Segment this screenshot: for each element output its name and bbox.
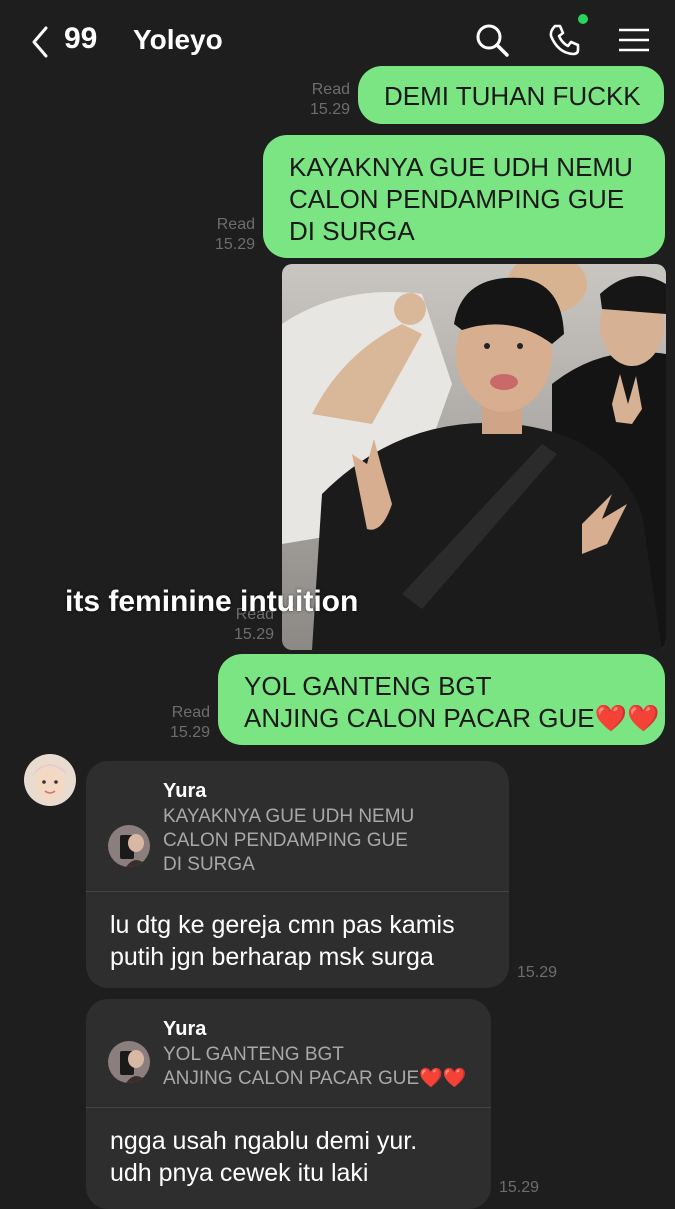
reply-line: lu dtg ke gereja cmn pas kamis <box>110 911 455 939</box>
reply-message-text: lu dtg ke gereja cmn pas kamis putih jgn… <box>110 909 455 973</box>
reply-sender-name: Yura <box>163 780 207 802</box>
message-line: DI SURGA <box>289 216 415 246</box>
message-time: 15.29 <box>169 724 210 741</box>
message-time: 15.29 <box>214 236 255 253</box>
chat-title[interactable]: Yoleyo <box>133 24 223 56</box>
online-status-dot <box>578 14 588 24</box>
message-line: YOL GANTENG BGT <box>244 671 492 701</box>
message-time: 15.29 <box>233 626 274 643</box>
quoted-sender-avatar <box>108 1041 150 1083</box>
outgoing-message-bubble[interactable]: DEMI TUHAN FUCKK <box>358 66 664 124</box>
quoted-line: YOL GANTENG BGT <box>163 1044 344 1065</box>
reply-message-text: ngga usah ngablu demi yur. udh pnya cewe… <box>110 1125 417 1189</box>
message-text: DEMI TUHAN FUCKK <box>384 81 641 111</box>
message-time: 15.29 <box>517 964 558 981</box>
reply-line: udh pnya cewek itu laki <box>110 1159 369 1187</box>
quoted-message: KAYAKNYA GUE UDH NEMU CALON PENDAMPING G… <box>163 805 414 877</box>
back-chevron-icon[interactable] <box>32 26 48 58</box>
unread-count[interactable]: 99 <box>64 22 97 56</box>
quoted-message: YOL GANTENG BGT ANJING CALON PACAR GUE❤️… <box>163 1043 467 1091</box>
quoted-line: DI SURGA <box>163 854 255 875</box>
message-line: CALON PENDAMPING GUE <box>289 184 625 214</box>
search-icon[interactable] <box>474 22 510 58</box>
incoming-reply-bubble[interactable]: Yura KAYAKNYA GUE UDH NEMU CALON PENDAMP… <box>86 761 509 988</box>
message-time: 15.29 <box>309 101 350 118</box>
quoted-sender-avatar <box>108 825 150 867</box>
message-line: KAYAKNYA GUE UDH NEMU <box>289 152 633 182</box>
reply-sender-name: Yura <box>163 1018 207 1040</box>
read-label: Read <box>171 704 210 721</box>
read-label: Read <box>311 81 350 98</box>
reply-divider <box>86 1107 491 1108</box>
phone-icon[interactable] <box>546 22 582 58</box>
read-receipt: Read 15.29 <box>150 703 210 743</box>
outgoing-message-bubble[interactable]: YOL GANTENG BGT ANJING CALON PACAR GUE❤️… <box>218 654 665 745</box>
photo-caption-overlay: its feminine intuition <box>65 585 359 618</box>
read-receipt: Read 15.29 <box>290 80 350 120</box>
reply-line: ngga usah ngablu demi yur. <box>110 1127 418 1155</box>
quoted-line: KAYAKNYA GUE UDH NEMU <box>163 806 415 827</box>
sender-avatar[interactable] <box>24 754 76 806</box>
incoming-reply-bubble[interactable]: Yura YOL GANTENG BGT ANJING CALON PACAR … <box>86 999 491 1209</box>
message-line: ANJING CALON PACAR GUE❤️❤️ <box>244 703 660 733</box>
reply-divider <box>86 891 509 892</box>
quoted-line: ANJING CALON PACAR GUE❤️❤️ <box>163 1068 467 1089</box>
read-label: Read <box>216 216 255 233</box>
read-receipt: Read 15.29 <box>195 215 255 255</box>
message-time: 15.29 <box>499 1179 540 1196</box>
reply-line: putih jgn berharap msk surga <box>110 943 434 971</box>
outgoing-message-bubble[interactable]: KAYAKNYA GUE UDH NEMU CALON PENDAMPING G… <box>263 135 665 258</box>
menu-icon[interactable] <box>616 22 652 58</box>
quoted-line: CALON PENDAMPING GUE <box>163 830 408 851</box>
